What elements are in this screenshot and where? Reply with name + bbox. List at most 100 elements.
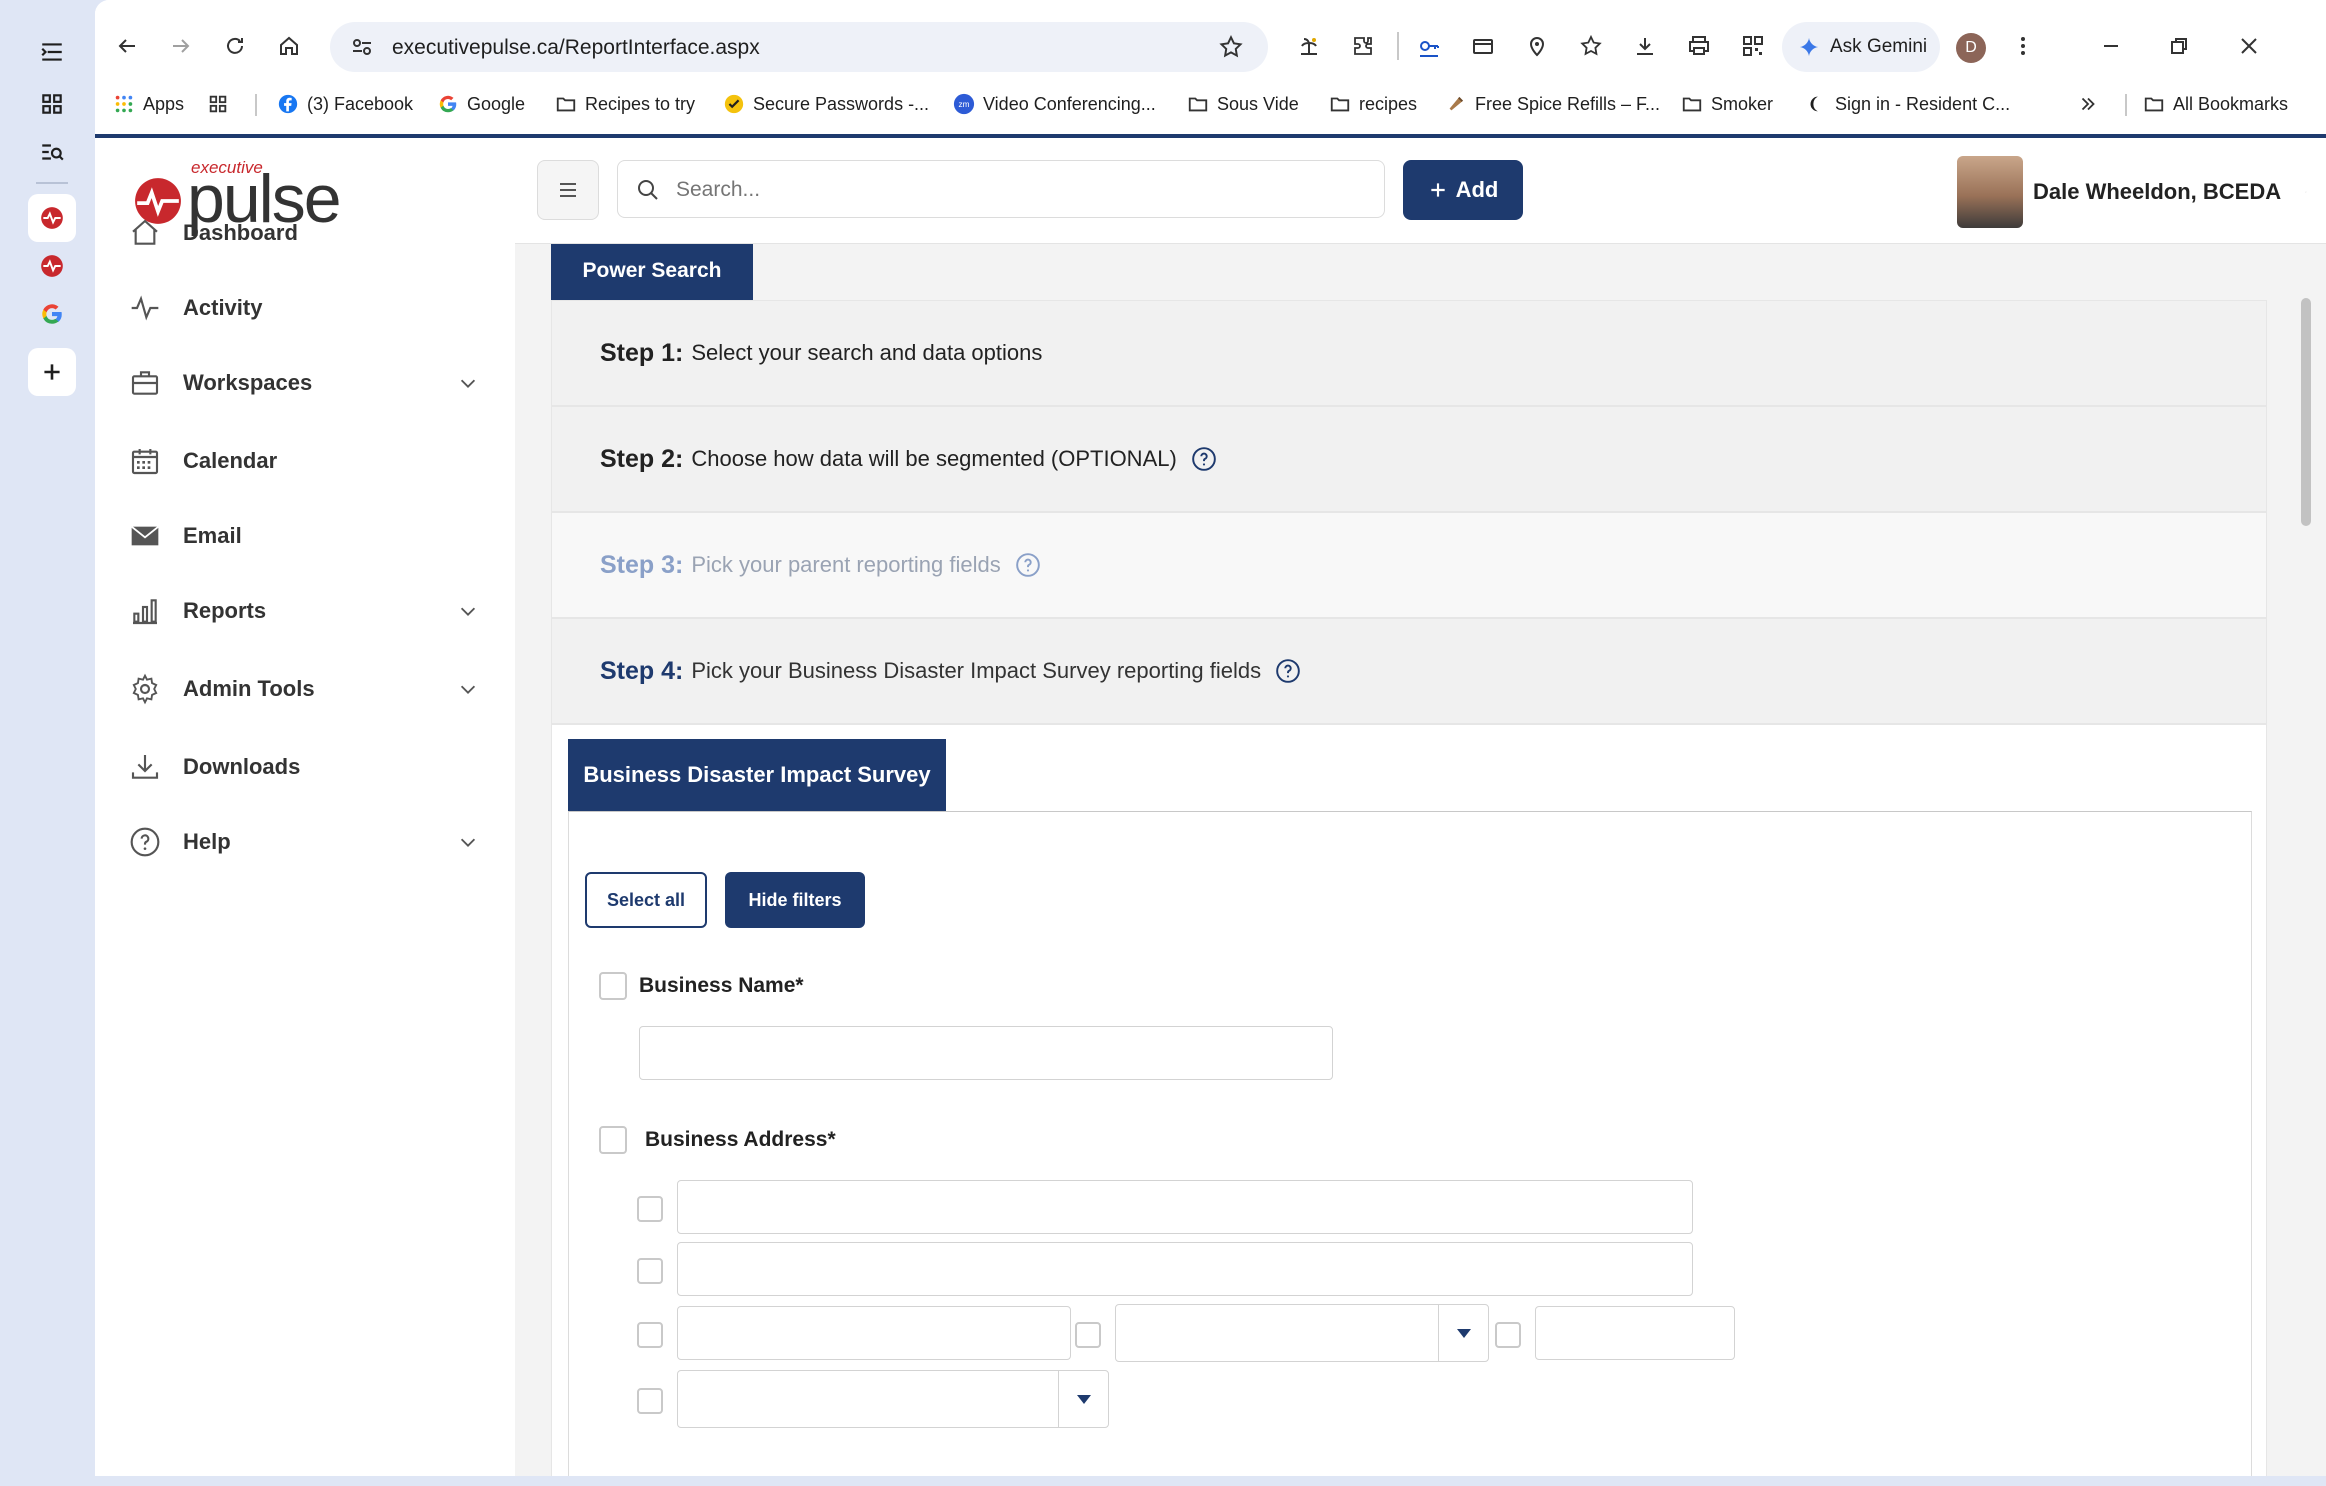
qr-code-icon[interactable] (1735, 28, 1771, 64)
location-pin-icon[interactable] (1519, 28, 1555, 64)
chevron-down-icon[interactable] (457, 831, 479, 853)
pulse-tab-icon[interactable] (28, 242, 76, 290)
nav-help[interactable]: Help (129, 817, 479, 867)
nav-calendar[interactable]: Calendar (129, 436, 479, 486)
card-payment-icon[interactable] (1465, 28, 1501, 64)
chevron-down-icon[interactable] (2305, 181, 2307, 203)
add-button[interactable]: Add (1403, 160, 1523, 220)
step-2-header[interactable]: Step 2: Choose how data will be segmente… (551, 406, 2267, 512)
user-menu[interactable]: Dale Wheeldon, BCEDA (1957, 156, 2307, 228)
bookmark-sous-vide[interactable]: Sous Vide (1187, 84, 1299, 124)
help-icon[interactable] (1275, 658, 1301, 684)
close-window-icon[interactable] (2231, 28, 2267, 64)
nav-activity[interactable]: Activity (129, 283, 479, 333)
step-4-header[interactable]: Step 4: Pick your Business Disaster Impa… (551, 618, 2267, 724)
dropdown-arrow-icon[interactable] (1058, 1371, 1108, 1427)
site-settings-icon[interactable] (350, 35, 374, 59)
bookmark-smoker[interactable]: Smoker (1681, 84, 1773, 124)
home-button-icon[interactable] (271, 28, 307, 64)
city-checkbox[interactable] (637, 1322, 663, 1348)
more-bookmarks-chevron-icon[interactable] (2077, 84, 2099, 124)
nav-workspaces[interactable]: Workspaces (129, 358, 479, 408)
ask-gemini-button[interactable]: Ask Gemini (1782, 22, 1940, 72)
tab-grid-icon[interactable] (28, 80, 76, 128)
step-3-header[interactable]: Step 3: Pick your parent reporting field… (551, 512, 2267, 618)
chevron-down-icon[interactable] (457, 372, 479, 394)
address-line-2-checkbox[interactable] (637, 1258, 663, 1284)
tab-business-disaster-impact-survey[interactable]: Business Disaster Impact Survey (568, 739, 946, 811)
nav-dashboard[interactable]: Dashboard (129, 208, 479, 258)
address-line-1-input[interactable] (677, 1180, 1693, 1234)
global-search[interactable] (617, 160, 1385, 218)
bookmarks-star-icon[interactable] (1573, 28, 1609, 64)
download-toolbar-icon[interactable] (1627, 28, 1663, 64)
postal-code-checkbox[interactable] (1495, 1322, 1521, 1348)
forward-icon[interactable] (163, 28, 199, 64)
hide-filters-button[interactable]: Hide filters (725, 872, 865, 928)
province-checkbox[interactable] (1075, 1322, 1101, 1348)
check-icon (724, 94, 744, 114)
search-input[interactable] (676, 171, 1366, 209)
briefcase-icon (131, 371, 159, 395)
kebab-menu-icon[interactable] (2005, 28, 2041, 64)
bookmark-recipes[interactable]: recipes (1329, 84, 1417, 124)
tab-search-icon[interactable] (28, 128, 76, 176)
business-name-input[interactable] (639, 1026, 1333, 1080)
google-tab-icon[interactable] (28, 290, 76, 338)
back-icon[interactable] (109, 28, 145, 64)
extensions-puzzle-icon[interactable] (1345, 28, 1381, 64)
address-bar[interactable]: executivepulse.ca/ReportInterface.aspx (330, 22, 1268, 72)
help-icon[interactable] (1191, 446, 1217, 472)
bookmark-facebook[interactable]: (3) Facebook (277, 84, 413, 124)
dropdown-arrow-icon[interactable] (1438, 1305, 1488, 1361)
gear-icon (132, 673, 158, 705)
folder-icon (2144, 97, 2164, 112)
business-address-checkbox[interactable] (599, 1126, 627, 1154)
bookmark-recipes-to-try[interactable]: Recipes to try (555, 84, 695, 124)
bookmark-star-icon[interactable] (1218, 34, 1244, 60)
reload-icon[interactable] (217, 28, 253, 64)
nav-reports[interactable]: Reports (129, 586, 479, 636)
url-text: executivepulse.ca/ReportInterface.aspx (392, 36, 760, 59)
tab-power-search[interactable]: Power Search (551, 244, 753, 300)
bookmark-free-spice-refills[interactable]: Free Spice Refills – F... (1445, 84, 1660, 124)
chevron-down-icon[interactable] (457, 600, 479, 622)
country-select[interactable] (677, 1370, 1109, 1428)
minimize-icon[interactable] (2093, 28, 2129, 64)
select-all-button[interactable]: Select all (585, 872, 707, 928)
profile-avatar[interactable]: D (1956, 33, 1986, 63)
collapse-panel-icon[interactable] (28, 28, 76, 76)
country-checkbox[interactable] (637, 1388, 663, 1414)
restore-icon[interactable] (2161, 28, 2197, 64)
bookmark-sign-in-resident[interactable]: Sign in - Resident C... (1805, 84, 2010, 124)
bookmark-video-conferencing[interactable]: zm Video Conferencing... (953, 84, 1156, 124)
bookmark-grid[interactable] (207, 84, 237, 124)
question-icon (130, 827, 160, 857)
nav-email[interactable]: Email (129, 511, 479, 561)
all-bookmarks[interactable]: All Bookmarks (2143, 84, 2288, 124)
print-icon[interactable] (1681, 28, 1717, 64)
pulse-tab-icon[interactable] (28, 194, 76, 242)
extension-island-icon[interactable] (1291, 28, 1327, 64)
password-key-icon[interactable] (1411, 28, 1447, 64)
add-tab-icon[interactable] (28, 348, 76, 396)
toolbar-divider (1397, 32, 1399, 60)
nav-admin-tools[interactable]: Admin Tools (129, 664, 479, 714)
province-select[interactable] (1115, 1304, 1489, 1362)
menu-toggle-button[interactable] (537, 160, 599, 220)
bookmarks-divider (255, 94, 257, 116)
bookmark-secure-passwords[interactable]: Secure Passwords -... (723, 84, 929, 124)
chevron-down-icon[interactable] (457, 678, 479, 700)
postal-code-input[interactable] (1535, 1306, 1735, 1360)
page-scrollbar[interactable] (2301, 298, 2311, 526)
step-1-header[interactable]: Step 1: Select your search and data opti… (551, 300, 2267, 406)
bookmark-google[interactable]: Google (437, 84, 525, 124)
app-main: Add Dale Wheeldon, BCEDA Power Search St… (515, 138, 2326, 1476)
bookmark-apps[interactable]: Apps (113, 84, 184, 124)
address-line-1-checkbox[interactable] (637, 1196, 663, 1222)
nav-downloads[interactable]: Downloads (129, 742, 479, 792)
business-name-checkbox[interactable] (599, 972, 627, 1000)
address-line-2-input[interactable] (677, 1242, 1693, 1296)
help-icon[interactable] (1015, 552, 1041, 578)
city-input[interactable] (677, 1306, 1071, 1360)
